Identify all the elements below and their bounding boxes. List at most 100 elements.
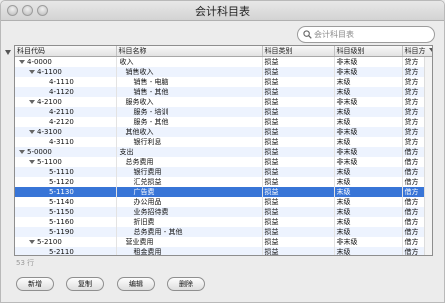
level-cell: 末级 (334, 207, 403, 217)
name-cell-text: 服务收入 (125, 98, 154, 106)
table-row[interactable]: 4-2120 服务 - 其他 损益 末级 贷方 (15, 117, 432, 127)
category-cell: 损益 (262, 117, 335, 127)
name-cell: 租金费用 (116, 247, 263, 255)
disclosure-triangle-icon[interactable] (29, 240, 35, 244)
add-button[interactable]: 新增 (16, 277, 54, 291)
name-cell-text: 支出 (119, 148, 134, 156)
category-cell: 损益 (262, 97, 335, 107)
disclosure-triangle-icon[interactable] (29, 130, 35, 134)
table-header-row: 科目代码 科目名称 科目类别 科目级别 科目方 (15, 46, 432, 57)
direction-cell-text: 贷方 (404, 98, 419, 106)
level-cell-text: 非末级 (336, 68, 358, 76)
table-row[interactable]: 5-1110 银行费用 损益 末级 借方 (15, 167, 432, 177)
code-cell: 4-1120 (15, 87, 117, 97)
code-cell: 5-1140 (15, 197, 117, 207)
code-cell-text: 5-1140 (49, 198, 74, 206)
search-icon (303, 30, 312, 39)
name-cell: 银行费用 (116, 167, 263, 177)
code-cell: 4-3100 (15, 127, 117, 137)
name-cell: 销售收入 (116, 67, 263, 77)
table-row[interactable]: 4-2110 服务 - 培训 损益 末级 贷方 (15, 107, 432, 117)
table-row[interactable]: 5-1120 汇兑损益 损益 末级 借方 (15, 177, 432, 187)
table-row[interactable]: 5-1100 总务费用 损益 非末级 借方 (15, 157, 432, 167)
table-row[interactable]: 5-1130 广告费 损益 末级 借方 (15, 187, 432, 197)
table-row[interactable]: 5-2110 租金费用 损益 末级 借方 (15, 247, 432, 255)
code-cell-text: 4-3110 (49, 138, 74, 146)
level-cell-text: 非末级 (336, 148, 358, 156)
category-cell-text: 损益 (264, 198, 279, 206)
column-header-category[interactable]: 科目类别 (262, 46, 335, 57)
code-cell: 5-1120 (15, 177, 117, 187)
name-cell: 销售 - 其他 (116, 87, 263, 97)
level-cell: 末级 (334, 107, 403, 117)
direction-cell-text: 借方 (404, 178, 419, 186)
name-cell: 广告费 (116, 187, 263, 197)
table-row[interactable]: 4-3100 其他收入 损益 非末级 贷方 (15, 127, 432, 137)
table-row[interactable]: 4-1100 销售收入 损益 非末级 贷方 (15, 67, 432, 77)
category-cell-text: 损益 (264, 78, 279, 86)
table-row[interactable]: 5-1140 办公用品 损益 末级 借方 (15, 197, 432, 207)
direction-cell-text: 贷方 (404, 128, 419, 136)
category-cell: 损益 (262, 77, 335, 87)
category-cell: 损益 (262, 67, 335, 77)
table-row[interactable]: 5-1150 业务招待费 损益 末级 借方 (15, 207, 432, 217)
name-cell: 总务费用 (116, 157, 263, 167)
table-row[interactable]: 5-1190 总务费用 - 其他 损益 末级 借方 (15, 227, 432, 237)
name-cell: 汇兑损益 (116, 177, 263, 187)
column-header-code[interactable]: 科目代码 (15, 46, 117, 57)
category-cell: 损益 (262, 127, 335, 137)
disclosure-triangle-icon[interactable] (19, 60, 25, 64)
table-row[interactable]: 5-2100 营业费用 损益 非末级 借方 (15, 237, 432, 247)
table-row[interactable]: 4-1110 销售 - 电脑 损益 末级 贷方 (15, 77, 432, 87)
column-header-level[interactable]: 科目级别 (334, 46, 403, 57)
copy-button[interactable]: 复制 (66, 277, 104, 291)
category-cell-text: 损益 (264, 118, 279, 126)
vertical-scrollbar[interactable] (424, 57, 432, 255)
code-cell-text: 4-3100 (37, 128, 62, 136)
column-header-name[interactable]: 科目名称 (116, 46, 263, 57)
level-cell-text: 末级 (336, 228, 351, 236)
disclosure-triangle-icon[interactable] (29, 160, 35, 164)
code-cell: 4-0000 (15, 56, 117, 67)
direction-cell-text: 借方 (404, 228, 419, 236)
code-cell: 5-1100 (15, 157, 117, 167)
search-input[interactable] (314, 28, 428, 41)
name-cell: 银行利息 (116, 137, 263, 147)
table-row[interactable]: 4-2100 服务收入 损益 非末级 贷方 (15, 97, 432, 107)
name-cell-text: 银行利息 (133, 138, 162, 146)
category-cell: 损益 (262, 87, 335, 97)
direction-cell-text: 贷方 (404, 118, 419, 126)
disclosure-triangle-icon[interactable] (29, 70, 35, 74)
disclosure-triangle-icon[interactable] (29, 100, 35, 104)
collapse-arrow-icon[interactable] (5, 50, 11, 55)
table-row[interactable]: 5-0000 支出 损益 非末级 借方 (15, 147, 432, 157)
search-field[interactable] (297, 26, 435, 43)
category-cell-text: 损益 (264, 98, 279, 106)
sort-indicator-icon (428, 48, 432, 52)
category-cell-text: 损益 (264, 148, 279, 156)
level-cell: 末级 (334, 177, 403, 187)
level-cell: 末级 (334, 217, 403, 227)
category-cell: 损益 (262, 187, 335, 197)
direction-cell-text: 借方 (404, 168, 419, 176)
category-cell-text: 损益 (264, 228, 279, 236)
name-cell: 其他收入 (116, 127, 263, 137)
level-cell-text: 非末级 (336, 158, 358, 166)
name-cell-text: 业务招待费 (133, 208, 169, 216)
name-cell: 业务招待费 (116, 207, 263, 217)
level-cell: 末级 (334, 247, 403, 255)
delete-button[interactable]: 删除 (167, 277, 205, 291)
disclosure-triangle-icon[interactable] (19, 150, 25, 154)
table-row[interactable]: 4-0000 收入 损益 非末级 贷方 (15, 56, 432, 67)
table-row[interactable]: 5-1160 折旧费 损益 末级 借方 (15, 217, 432, 227)
category-cell-text: 损益 (264, 188, 279, 196)
edit-button[interactable]: 编辑 (117, 277, 155, 291)
column-header-direction[interactable]: 科目方 (402, 46, 432, 57)
table-row[interactable]: 4-1120 销售 - 其他 损益 末级 贷方 (15, 87, 432, 97)
name-cell: 营业费用 (116, 237, 263, 247)
level-cell-text: 非末级 (336, 98, 358, 106)
category-cell: 损益 (262, 197, 335, 207)
name-cell: 折旧费 (116, 217, 263, 227)
table-row[interactable]: 4-3110 银行利息 损益 末级 贷方 (15, 137, 432, 147)
name-cell-text: 汇兑损益 (133, 178, 162, 186)
